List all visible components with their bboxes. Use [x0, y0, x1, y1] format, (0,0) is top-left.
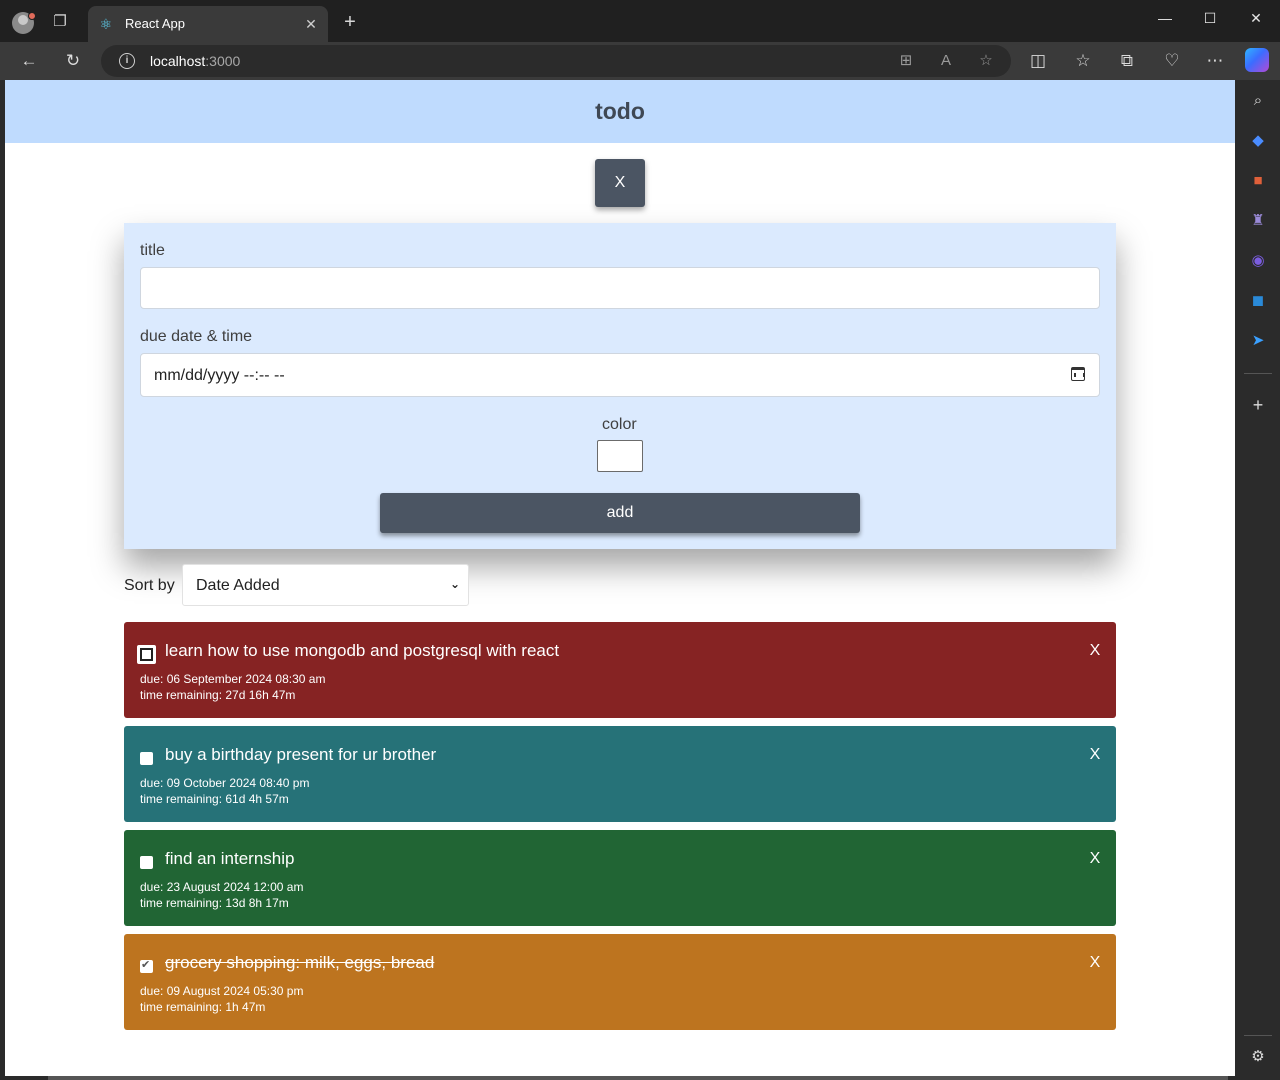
sidebar-separator	[1244, 373, 1272, 374]
send-icon[interactable]: ➤	[1247, 330, 1269, 352]
copilot-icon[interactable]	[1245, 48, 1269, 72]
todo-meta: due: 09 August 2024 05:30 pm time remain…	[140, 983, 303, 1015]
add-button[interactable]: add	[380, 493, 860, 533]
todo-title: find an internship	[165, 849, 295, 868]
favorite-icon[interactable]: ☆	[976, 51, 996, 71]
site-info-icon[interactable]: i	[119, 53, 135, 69]
url-host: localhost	[150, 53, 206, 69]
due-date-label: due date & time	[140, 328, 253, 345]
tab-actions-icon[interactable]: ❐	[50, 12, 70, 32]
read-aloud-icon[interactable]: A	[936, 51, 956, 71]
minimize-button[interactable]: —	[1142, 6, 1188, 30]
delete-todo-button[interactable]: X	[1088, 641, 1102, 661]
todo-title: grocery shopping: milk, eggs, bread	[165, 953, 435, 972]
toggle-form-button[interactable]: X	[595, 159, 645, 207]
sidebar-separator	[1244, 1035, 1272, 1036]
browser-essentials-icon[interactable]: ♡	[1160, 50, 1184, 72]
todo-title: learn how to use mongodb and postgresql …	[165, 641, 560, 660]
color-label: color	[602, 416, 637, 433]
microsoft365-icon[interactable]: ◉	[1247, 250, 1269, 272]
todo-checkbox[interactable]	[137, 645, 156, 664]
back-icon[interactable]: ←	[17, 50, 41, 72]
todo-item: grocery shopping: milk, eggs, bread X du…	[124, 934, 1116, 1030]
profile-notification-dot	[28, 12, 36, 20]
address-bar[interactable]: i localhost:3000 ⊞ A ☆	[101, 45, 1011, 77]
react-favicon-icon: ⚛	[99, 16, 113, 32]
todo-remaining: time remaining: 27d 16h 47m	[140, 688, 296, 702]
collections-icon[interactable]: ⧉	[1115, 50, 1139, 72]
color-picker[interactable]	[597, 440, 643, 472]
sort-select[interactable]: Date Added ⌄	[182, 564, 469, 606]
todo-item: buy a birthday present for ur brother X …	[124, 726, 1116, 822]
todo-due: due: 23 August 2024 12:00 am	[140, 880, 304, 894]
due-date-placeholder: mm/dd/yyyy --:-- --	[154, 367, 285, 384]
todo-checkbox[interactable]	[140, 752, 153, 765]
maximize-button[interactable]: ☐	[1187, 6, 1233, 30]
horizontal-scrollbar[interactable]	[48, 1076, 1228, 1080]
browser-sidebar: ⌕ ◆ ■ ♜ ◉ ◼ ➤ + ⚙	[1236, 80, 1280, 1080]
outlook-icon[interactable]: ◼	[1247, 290, 1269, 312]
app-title: todo	[595, 98, 645, 124]
tab-close-icon[interactable]: ✕	[302, 15, 320, 33]
todo-due: due: 09 October 2024 08:40 pm	[140, 776, 310, 790]
favorites-icon[interactable]: ☆	[1071, 50, 1095, 72]
new-tab-button[interactable]: +	[340, 12, 360, 32]
more-icon[interactable]: ⋯	[1203, 50, 1227, 72]
title-input[interactable]	[140, 267, 1100, 309]
sort-label: Sort by	[124, 577, 175, 594]
browser-tabstrip: ❐ ⚛ React App ✕ + — ☐ ✕	[0, 0, 1280, 42]
todo-remaining: time remaining: 13d 8h 17m	[140, 896, 289, 910]
due-date-input[interactable]: mm/dd/yyyy --:-- --	[140, 353, 1100, 397]
sort-selected-value: Date Added	[196, 577, 280, 594]
todo-meta: due: 06 September 2024 08:30 am time rem…	[140, 671, 325, 703]
todo-due: due: 09 August 2024 05:30 pm	[140, 984, 304, 998]
browser-toolbar: ← ↻ i localhost:3000 ⊞ A ☆ ◫ ☆ ⧉ ♡ ⋯	[0, 42, 1280, 80]
tab-title: React App	[125, 16, 185, 31]
split-screen-icon[interactable]: ◫	[1026, 50, 1050, 72]
games-icon[interactable]: ♜	[1247, 210, 1269, 232]
todo-checkbox[interactable]	[140, 856, 153, 869]
url-port: :3000	[205, 53, 241, 69]
app-available-icon[interactable]: ⊞	[896, 51, 916, 71]
todo-title: buy a birthday present for ur brother	[165, 745, 437, 764]
delete-todo-button[interactable]: X	[1088, 745, 1102, 765]
url-text: localhost:3000	[150, 53, 240, 69]
page-viewport: todo X title due date & time mm/dd/yyyy …	[5, 80, 1235, 1076]
chevron-down-icon: ⌄	[449, 577, 461, 591]
settings-icon[interactable]: ⚙	[1247, 1046, 1269, 1068]
todo-item: find an internship X due: 23 August 2024…	[124, 830, 1116, 926]
todo-meta: due: 23 August 2024 12:00 am time remain…	[140, 879, 303, 911]
tools-icon[interactable]: ■	[1247, 170, 1269, 192]
delete-todo-button[interactable]: X	[1088, 953, 1102, 973]
title-label: title	[140, 242, 165, 259]
shopping-icon[interactable]: ◆	[1247, 130, 1269, 152]
todo-meta: due: 09 October 2024 08:40 pm time remai…	[140, 775, 309, 807]
browser-tab[interactable]: ⚛ React App ✕	[88, 6, 328, 42]
add-todo-form: title due date & time mm/dd/yyyy --:-- -…	[124, 223, 1116, 549]
refresh-icon[interactable]: ↻	[61, 50, 85, 72]
todo-checkbox[interactable]	[140, 958, 153, 973]
todo-due: due: 06 September 2024 08:30 am	[140, 672, 326, 686]
add-icon[interactable]: +	[1247, 394, 1269, 416]
calendar-icon[interactable]	[1071, 367, 1085, 381]
todo-remaining: time remaining: 1h 47m	[140, 1000, 266, 1014]
close-window-button[interactable]: ✕	[1233, 6, 1279, 30]
search-icon[interactable]: ⌕	[1247, 90, 1269, 112]
app-header: todo	[5, 80, 1235, 143]
todo-item: learn how to use mongodb and postgresql …	[124, 622, 1116, 718]
delete-todo-button[interactable]: X	[1088, 849, 1102, 869]
todo-remaining: time remaining: 61d 4h 57m	[140, 792, 289, 806]
